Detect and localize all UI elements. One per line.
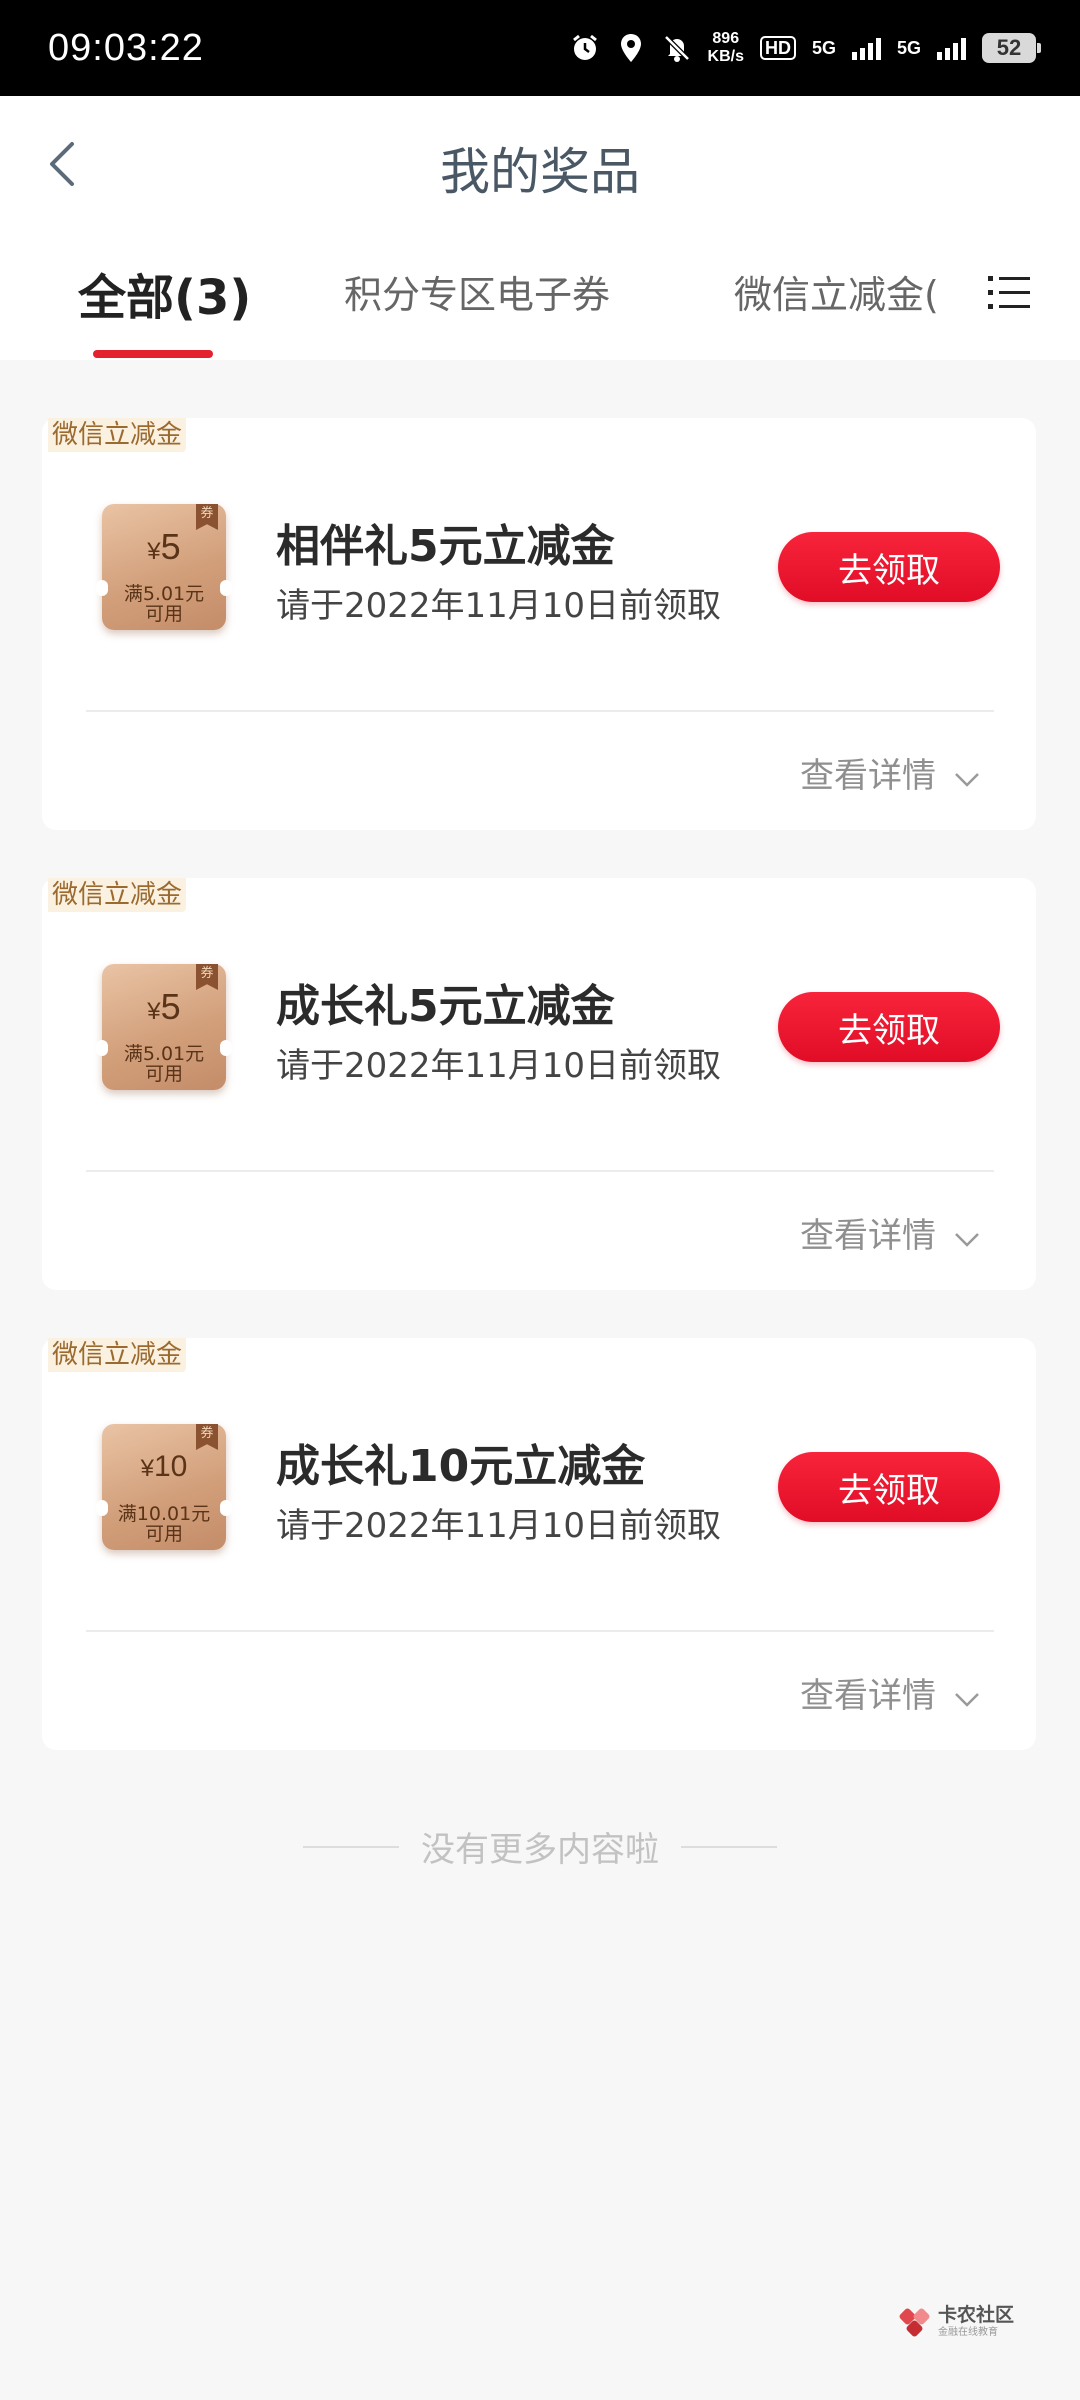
hd-icon: HD: [759, 36, 796, 60]
view-details-label: 查看详情: [800, 756, 936, 796]
menu-icon[interactable]: [988, 272, 1030, 312]
bell-muted-icon: [662, 30, 692, 66]
watermark: 卡农社区 金融在线教育: [898, 2306, 1014, 2342]
currency-symbol: ¥: [147, 538, 161, 565]
end-of-list-text: 没有更多内容啦: [421, 1830, 659, 1870]
coupon-threshold: 满5.01元: [123, 1043, 205, 1065]
speed-value: 896: [712, 30, 740, 47]
coupon-condition: 满5.01元 可用: [102, 1044, 226, 1084]
status-bar: 09:03:22 896 KB/s HD 5G 5G 52: [0, 0, 1080, 96]
watermark-subtext: 金融在线教育: [938, 2327, 998, 2338]
divider: [86, 1170, 994, 1172]
prize-type-tag: 微信立减金: [48, 1338, 187, 1372]
coupon-amount: ¥5: [102, 986, 226, 1028]
divider: [303, 1845, 399, 1848]
prize-title: 相伴礼5元立减金: [276, 521, 615, 572]
prize-type-tag: 微信立减金: [48, 418, 187, 452]
coupon-amount: ¥10: [102, 1450, 226, 1484]
tab-wechat-cashback[interactable]: 微信立减金(: [734, 264, 954, 319]
battery-icon: 52: [982, 33, 1041, 63]
coupon-threshold: 满10.01元: [117, 1503, 211, 1525]
tab-all[interactable]: 全部(3): [78, 258, 251, 328]
currency-symbol: ¥: [147, 998, 161, 1025]
coupon-usable: 可用: [144, 603, 183, 625]
coupon-usable: 可用: [144, 1063, 183, 1085]
coupon-icon: 券 ¥5 满5.01元 可用: [96, 504, 232, 630]
speed-unit: KB/s: [707, 48, 744, 65]
network-label-1: 5G: [811, 38, 836, 58]
coupon-value: 10: [153, 1450, 188, 1483]
divider: [681, 1845, 777, 1848]
alarm-icon: [570, 30, 600, 66]
prize-expiry: 请于2022年11月10日前领取: [276, 1046, 722, 1086]
prize-expiry: 请于2022年11月10日前领取: [276, 586, 722, 626]
prize-type-tag: 微信立减金: [48, 878, 187, 912]
coupon-badge: 券: [196, 1424, 218, 1450]
tab-points-vouchers[interactable]: 积分专区电子券: [344, 264, 610, 319]
view-details-label: 查看详情: [800, 1216, 936, 1256]
chevron-down-icon: [955, 1232, 979, 1247]
coupon-value: 5: [160, 986, 181, 1027]
coupon-value: 5: [160, 526, 181, 567]
status-icons: 896 KB/s HD 5G 5G 52: [570, 30, 1041, 66]
coupon-icon: 券 ¥10 满10.01元 可用: [96, 1424, 232, 1550]
prize-title: 成长礼10元立减金: [276, 1441, 646, 1492]
signal-icon: [851, 36, 881, 60]
view-details-label: 查看详情: [800, 1676, 936, 1716]
claim-button[interactable]: 去领取: [778, 992, 1000, 1062]
chevron-down-icon: [955, 772, 979, 787]
chevron-down-icon: [955, 1692, 979, 1707]
tab-bar: 全部(3) 积分专区电子券 微信立减金(: [0, 232, 1080, 360]
coupon-usable: 可用: [144, 1523, 183, 1545]
coupon-icon: 券 ¥5 满5.01元 可用: [96, 964, 232, 1090]
prize-card: 微信立减金 券 ¥10 满10.01元 可用 成长礼10元立减金 请于2022年1…: [42, 1338, 1036, 1750]
end-of-list-note: 没有更多内容啦: [0, 1822, 1080, 1871]
prize-title: 成长礼5元立减金: [276, 981, 615, 1032]
view-details-link[interactable]: 查看详情: [800, 748, 980, 797]
status-time: 09:03:22: [48, 26, 204, 69]
page-title: 我的奖品: [440, 143, 640, 201]
prize-expiry: 请于2022年11月10日前领取: [276, 1506, 722, 1546]
prize-card: 微信立减金 券 ¥5 满5.01元 可用 相伴礼5元立减金 请于2022年11月1…: [42, 418, 1036, 830]
view-details-link[interactable]: 查看详情: [800, 1668, 980, 1717]
network-speed: 896 KB/s: [708, 30, 744, 66]
header: 我的奖品: [0, 96, 1080, 232]
location-icon: [616, 30, 646, 66]
claim-button[interactable]: 去领取: [778, 1452, 1000, 1522]
divider: [86, 1630, 994, 1632]
currency-symbol: ¥: [140, 1455, 154, 1482]
coupon-condition: 满10.01元 可用: [102, 1504, 226, 1544]
signal-icon: [937, 36, 966, 60]
watermark-text: 卡农社区: [938, 2304, 1015, 2326]
coupon-amount: ¥5: [102, 526, 226, 568]
divider: [86, 710, 994, 712]
network-label-2: 5G: [896, 38, 921, 58]
view-details-link[interactable]: 查看详情: [800, 1208, 980, 1257]
coupon-threshold: 满5.01元: [123, 583, 205, 605]
claim-button[interactable]: 去领取: [778, 532, 1000, 602]
coupon-condition: 满5.01元 可用: [102, 584, 226, 624]
prize-card: 微信立减金 券 ¥5 满5.01元 可用 成长礼5元立减金 请于2022年11月1…: [42, 878, 1036, 1290]
watermark-logo-icon: [899, 2308, 930, 2337]
active-tab-indicator: [93, 350, 213, 358]
